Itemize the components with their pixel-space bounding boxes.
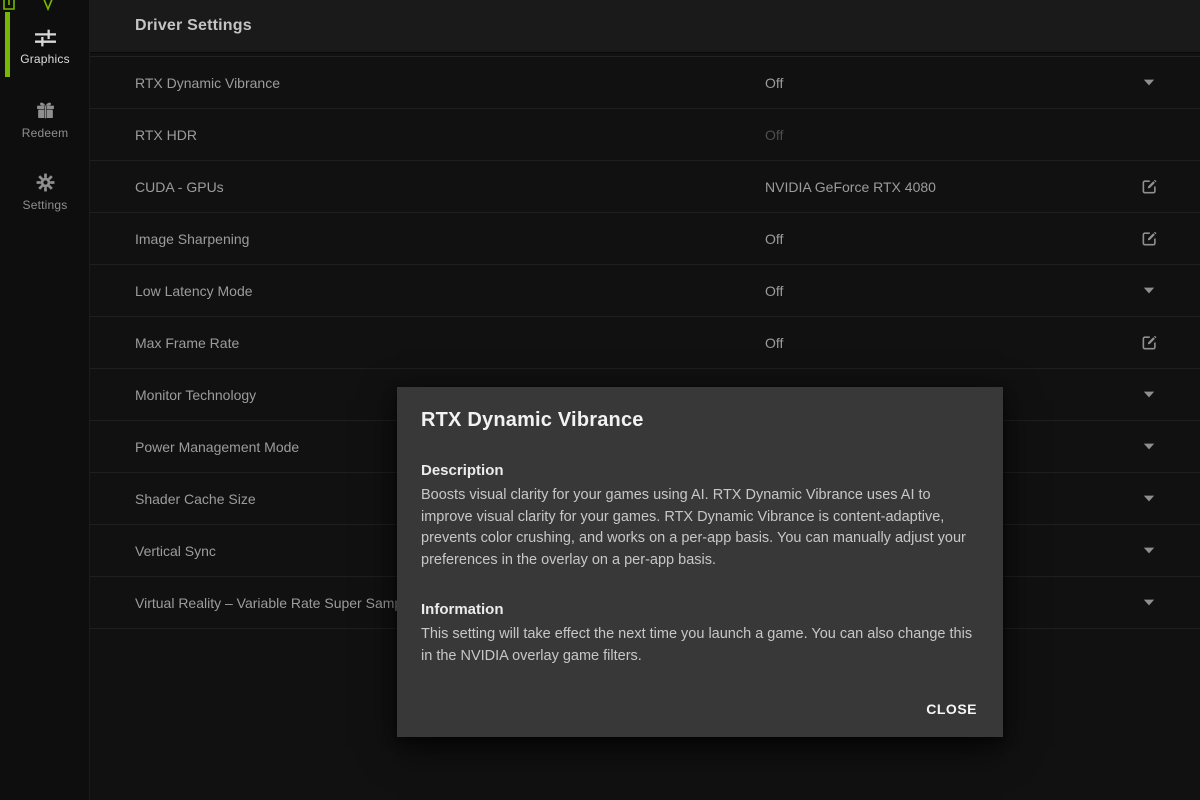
settings-row[interactable]: Image Sharpening Off [90,213,1200,265]
sliders-icon [34,28,57,47]
setting-value: Off [765,231,783,247]
setting-value: Off [765,75,783,91]
setting-control[interactable] [1138,287,1160,294]
edit-icon [1141,178,1158,195]
setting-value: Off [765,335,783,351]
description-heading: Description [421,462,979,479]
setting-control[interactable] [1138,547,1160,554]
page-title: Driver Settings [135,17,252,35]
setting-control[interactable] [1138,334,1160,351]
page-header: Driver Settings [90,0,1200,53]
setting-label: CUDA - GPUs [135,179,224,195]
edit-icon [1141,230,1158,247]
setting-label: RTX HDR [135,127,197,143]
setting-label: Monitor Technology [135,387,256,403]
setting-value: NVIDIA GeForce RTX 4080 [765,179,936,195]
information-text: This setting will take effect the next t… [421,624,979,667]
setting-label: Max Frame Rate [135,335,239,351]
clipped-top-icon[interactable] [42,0,54,12]
nvidia-app-window: Graphics Redeem [0,0,1200,800]
description-text: Boosts visual clarity for your games usi… [421,485,979,571]
setting-label: Image Sharpening [135,231,249,247]
information-heading: Information [421,601,979,618]
setting-label: Vertical Sync [135,543,216,559]
dropdown-caret-icon [1143,287,1155,294]
setting-value: Off [765,127,783,143]
dropdown-caret-icon [1143,547,1155,554]
settings-row[interactable]: RTX Dynamic Vibrance Off [90,57,1200,109]
sidebar-item-label: Graphics [20,52,70,66]
dropdown-caret-icon [1143,495,1155,502]
sidebar-item-settings[interactable]: Settings [0,172,90,212]
edit-icon [1141,334,1158,351]
close-button[interactable]: CLOSE [926,701,977,717]
settings-row[interactable]: Max Frame Rate Off [90,317,1200,369]
sidebar-item-label: Settings [23,198,68,212]
settings-row[interactable]: Low Latency Mode Off [90,265,1200,317]
sidebar-item-graphics[interactable]: Graphics [0,28,90,66]
gift-icon [35,100,56,121]
setting-label: RTX Dynamic Vibrance [135,75,280,91]
setting-control[interactable] [1138,495,1160,502]
setting-value: Off [765,283,783,299]
setting-control[interactable] [1138,599,1160,606]
dropdown-caret-icon [1143,391,1155,398]
dialog-title: RTX Dynamic Vibrance [421,409,979,432]
setting-info-dialog: RTX Dynamic Vibrance Description Boosts … [397,387,1003,737]
dropdown-caret-icon [1143,79,1155,86]
setting-control[interactable] [1138,230,1160,247]
setting-label: Power Management Mode [135,439,299,455]
setting-label: Virtual Reality – Variable Rate Super Sa… [135,595,424,611]
settings-row[interactable]: CUDA - GPUs NVIDIA GeForce RTX 4080 [90,161,1200,213]
setting-control[interactable] [1138,443,1160,450]
settings-row[interactable]: RTX HDR Off [90,109,1200,161]
setting-control[interactable] [1138,79,1160,86]
sidebar: Graphics Redeem [0,0,90,800]
sidebar-item-redeem[interactable]: Redeem [0,100,90,140]
dropdown-caret-icon [1143,599,1155,606]
clipped-app-logo-icon[interactable] [3,0,15,10]
setting-label: Shader Cache Size [135,491,256,507]
setting-label: Low Latency Mode [135,283,253,299]
dropdown-caret-icon [1143,443,1155,450]
setting-control[interactable] [1138,178,1160,195]
setting-control[interactable] [1138,391,1160,398]
gear-icon [35,172,56,193]
sidebar-item-label: Redeem [22,126,69,140]
